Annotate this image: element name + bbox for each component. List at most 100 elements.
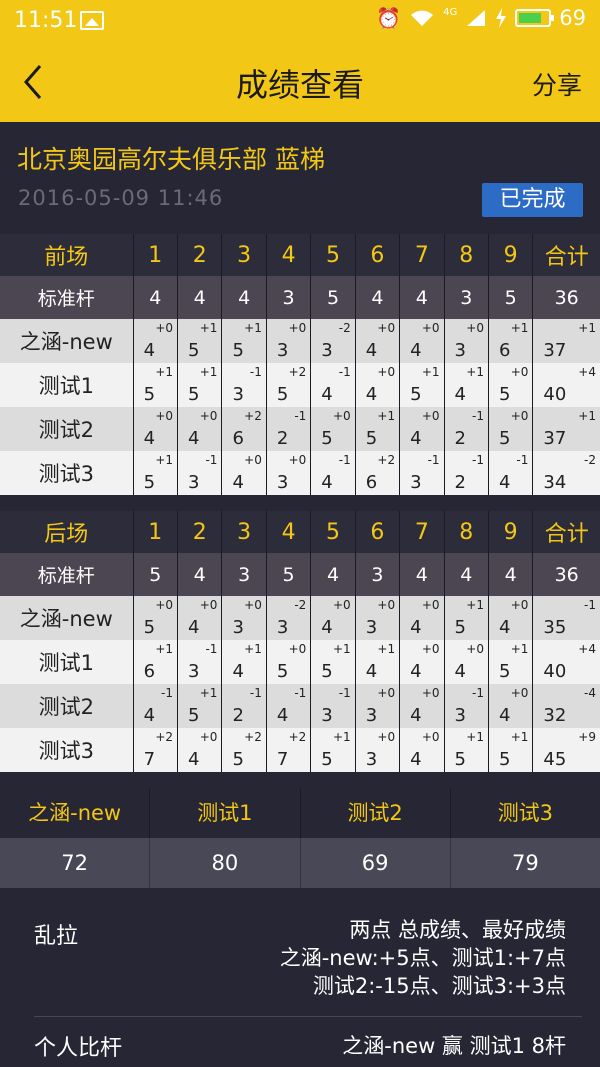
player-row: 测试3 5 +1 3 -1 4 +0 3 +0 4 -1 6 +2 3 -1 2 -1 4 -1 34 -2 — [0, 451, 600, 495]
par-diff: +0 — [466, 642, 484, 656]
player-row: 之涵-new 4 +0 5 +1 5 +1 3 +0 3 -2 4 +0 4 +0 3 +0 6 +1 37 +1 — [0, 319, 600, 363]
par-diff: +2 — [288, 730, 307, 744]
par-diff: +0 — [244, 598, 262, 612]
stroke-count: 4 — [321, 472, 333, 493]
stroke-count: 2 — [232, 705, 244, 726]
par-diff: +9 — [578, 730, 596, 744]
par-diff: -1 — [584, 598, 596, 612]
hole-score-cell: 4 -1 — [488, 451, 534, 495]
hole-score-cell: 4 +0 — [133, 319, 179, 363]
par-diff: +0 — [333, 598, 351, 612]
bet-lala-line: 两点 总成绩、最好成绩 — [349, 918, 566, 942]
par-diff: -1 — [472, 409, 484, 423]
hole-number: 3 — [221, 511, 267, 553]
stroke-count: 4 — [454, 661, 466, 682]
hole-score-cell: 4 -1 — [266, 684, 312, 728]
hole-score-cell: 5 +1 — [221, 319, 267, 363]
par-value: 4 — [177, 553, 223, 596]
par-value: 4 — [133, 276, 179, 319]
back-label: 后场 — [0, 511, 134, 553]
hole-score-cell: 5 +1 — [399, 363, 445, 407]
hole-number: 9 — [488, 511, 534, 553]
par-diff: -1 — [338, 365, 351, 379]
hole-score-cell: 4 +0 — [355, 363, 401, 407]
totals-player-name: 测试3 — [497, 801, 554, 825]
hole-score-cell: 6 +1 — [133, 640, 179, 684]
stroke-count: 37 — [543, 428, 567, 449]
par-diff: +1 — [155, 365, 174, 379]
hole-score-cell: 4 +0 — [133, 407, 179, 451]
par-diff: +0 — [510, 686, 529, 700]
par-diff: -1 — [205, 453, 218, 467]
par-value: 4 — [399, 553, 445, 596]
page-title: 成绩查看 — [235, 66, 364, 104]
status-bar: 11:51 ⏰ 4G 69 — [0, 0, 600, 42]
stroke-count: 5 — [232, 340, 244, 361]
hole-number: 5 — [310, 234, 356, 276]
hole-score-cell: 5 +1 — [444, 728, 489, 772]
hole-score-cell: 5 +0 — [133, 596, 179, 640]
stroke-count: 3 — [276, 472, 289, 493]
player-name: 测试1 — [0, 640, 134, 684]
player-row: 测试3 7 +2 4 +0 5 +2 7 +2 5 +1 3 +0 4 +0 5 +1 5 +1 45 +9 — [0, 728, 600, 772]
hole-score-cell: 7 +2 — [266, 728, 312, 772]
par-diff: +1 — [333, 730, 351, 744]
stroke-count: 5 — [498, 749, 511, 770]
hole-score-cell: 4 -1 — [310, 451, 356, 495]
stroke-count: 40 — [543, 661, 567, 682]
total-label: 合计 — [532, 234, 600, 276]
stroke-count: 35 — [543, 617, 567, 638]
hole-score-cell: 3 -2 — [266, 596, 312, 640]
par-diff: -2 — [584, 453, 596, 467]
par-diff: +1 — [466, 598, 484, 612]
stroke-count: 3 — [365, 705, 378, 726]
par-diff: -1 — [294, 686, 307, 700]
par-diff: +0 — [199, 409, 218, 423]
par-diff: +0 — [377, 730, 396, 744]
stroke-count: 5 — [321, 428, 333, 449]
stroke-count: 4 — [143, 705, 156, 726]
stroke-count: 4 — [143, 340, 156, 361]
par-diff: -1 — [338, 453, 351, 467]
stroke-count: 3 — [365, 749, 378, 770]
hole-score-cell: 3 -1 — [310, 684, 356, 728]
par-diff: +0 — [510, 365, 529, 379]
hole-number: 2 — [177, 511, 223, 553]
hole-score-cell: 6 +2 — [355, 451, 401, 495]
stroke-count: 5 — [365, 428, 378, 449]
bet-match-result: 之涵-new 赢 测试1 8杆 — [342, 1034, 566, 1058]
par-diff: +0 — [421, 321, 440, 335]
stroke-count: 3 — [276, 617, 289, 638]
par-value: 5 — [488, 276, 534, 319]
par-diff: +0 — [421, 642, 440, 656]
totals-player-name: 测试2 — [301, 788, 451, 838]
par-diff: -1 — [161, 686, 174, 700]
par-diff: +0 — [288, 321, 307, 335]
player-total-cell: 37 +1 — [532, 319, 600, 363]
par-diff: -1 — [472, 686, 484, 700]
totals-player-name: 测试1 — [150, 788, 301, 838]
alarm-icon: ⏰ — [376, 6, 402, 30]
player-row: 测试2 4 +0 4 +0 6 +2 2 -1 5 +0 5 +1 4 +0 2 -1 5 +0 37 +1 — [0, 407, 600, 451]
hole-number: 4 — [266, 234, 312, 276]
par-diff: +1 — [333, 642, 351, 656]
stroke-count: 32 — [543, 705, 567, 726]
hole-score-cell: 2 -1 — [266, 407, 312, 451]
totals-header: 之涵-new 测试1 测试2 测试3 — [0, 788, 600, 838]
par-diff: +0 — [377, 365, 396, 379]
stroke-count: 5 — [321, 661, 333, 682]
par-diff: -1 — [294, 409, 307, 423]
battery-percent: 69 — [559, 6, 586, 30]
stroke-count: 37 — [543, 340, 567, 361]
hole-number: 7 — [399, 234, 445, 276]
par-diff: +1 — [466, 730, 484, 744]
stroke-count: 3 — [188, 472, 200, 493]
back-par-row: 标准杆 5 4 3 5 4 3 4 4 4 36 — [0, 553, 600, 596]
stroke-count: 4 — [410, 661, 422, 682]
stroke-count: 3 — [365, 617, 378, 638]
share-button[interactable]: 分享 — [532, 66, 582, 102]
hole-score-cell: 5 +1 — [355, 407, 401, 451]
hole-score-cell: 4 +0 — [488, 596, 534, 640]
player-row: 之涵-new 5 +0 4 +0 3 +0 3 -2 4 +0 3 +0 4 +0 5 +1 4 +0 35 -1 — [0, 596, 600, 640]
par-diff: -1 — [205, 642, 218, 656]
